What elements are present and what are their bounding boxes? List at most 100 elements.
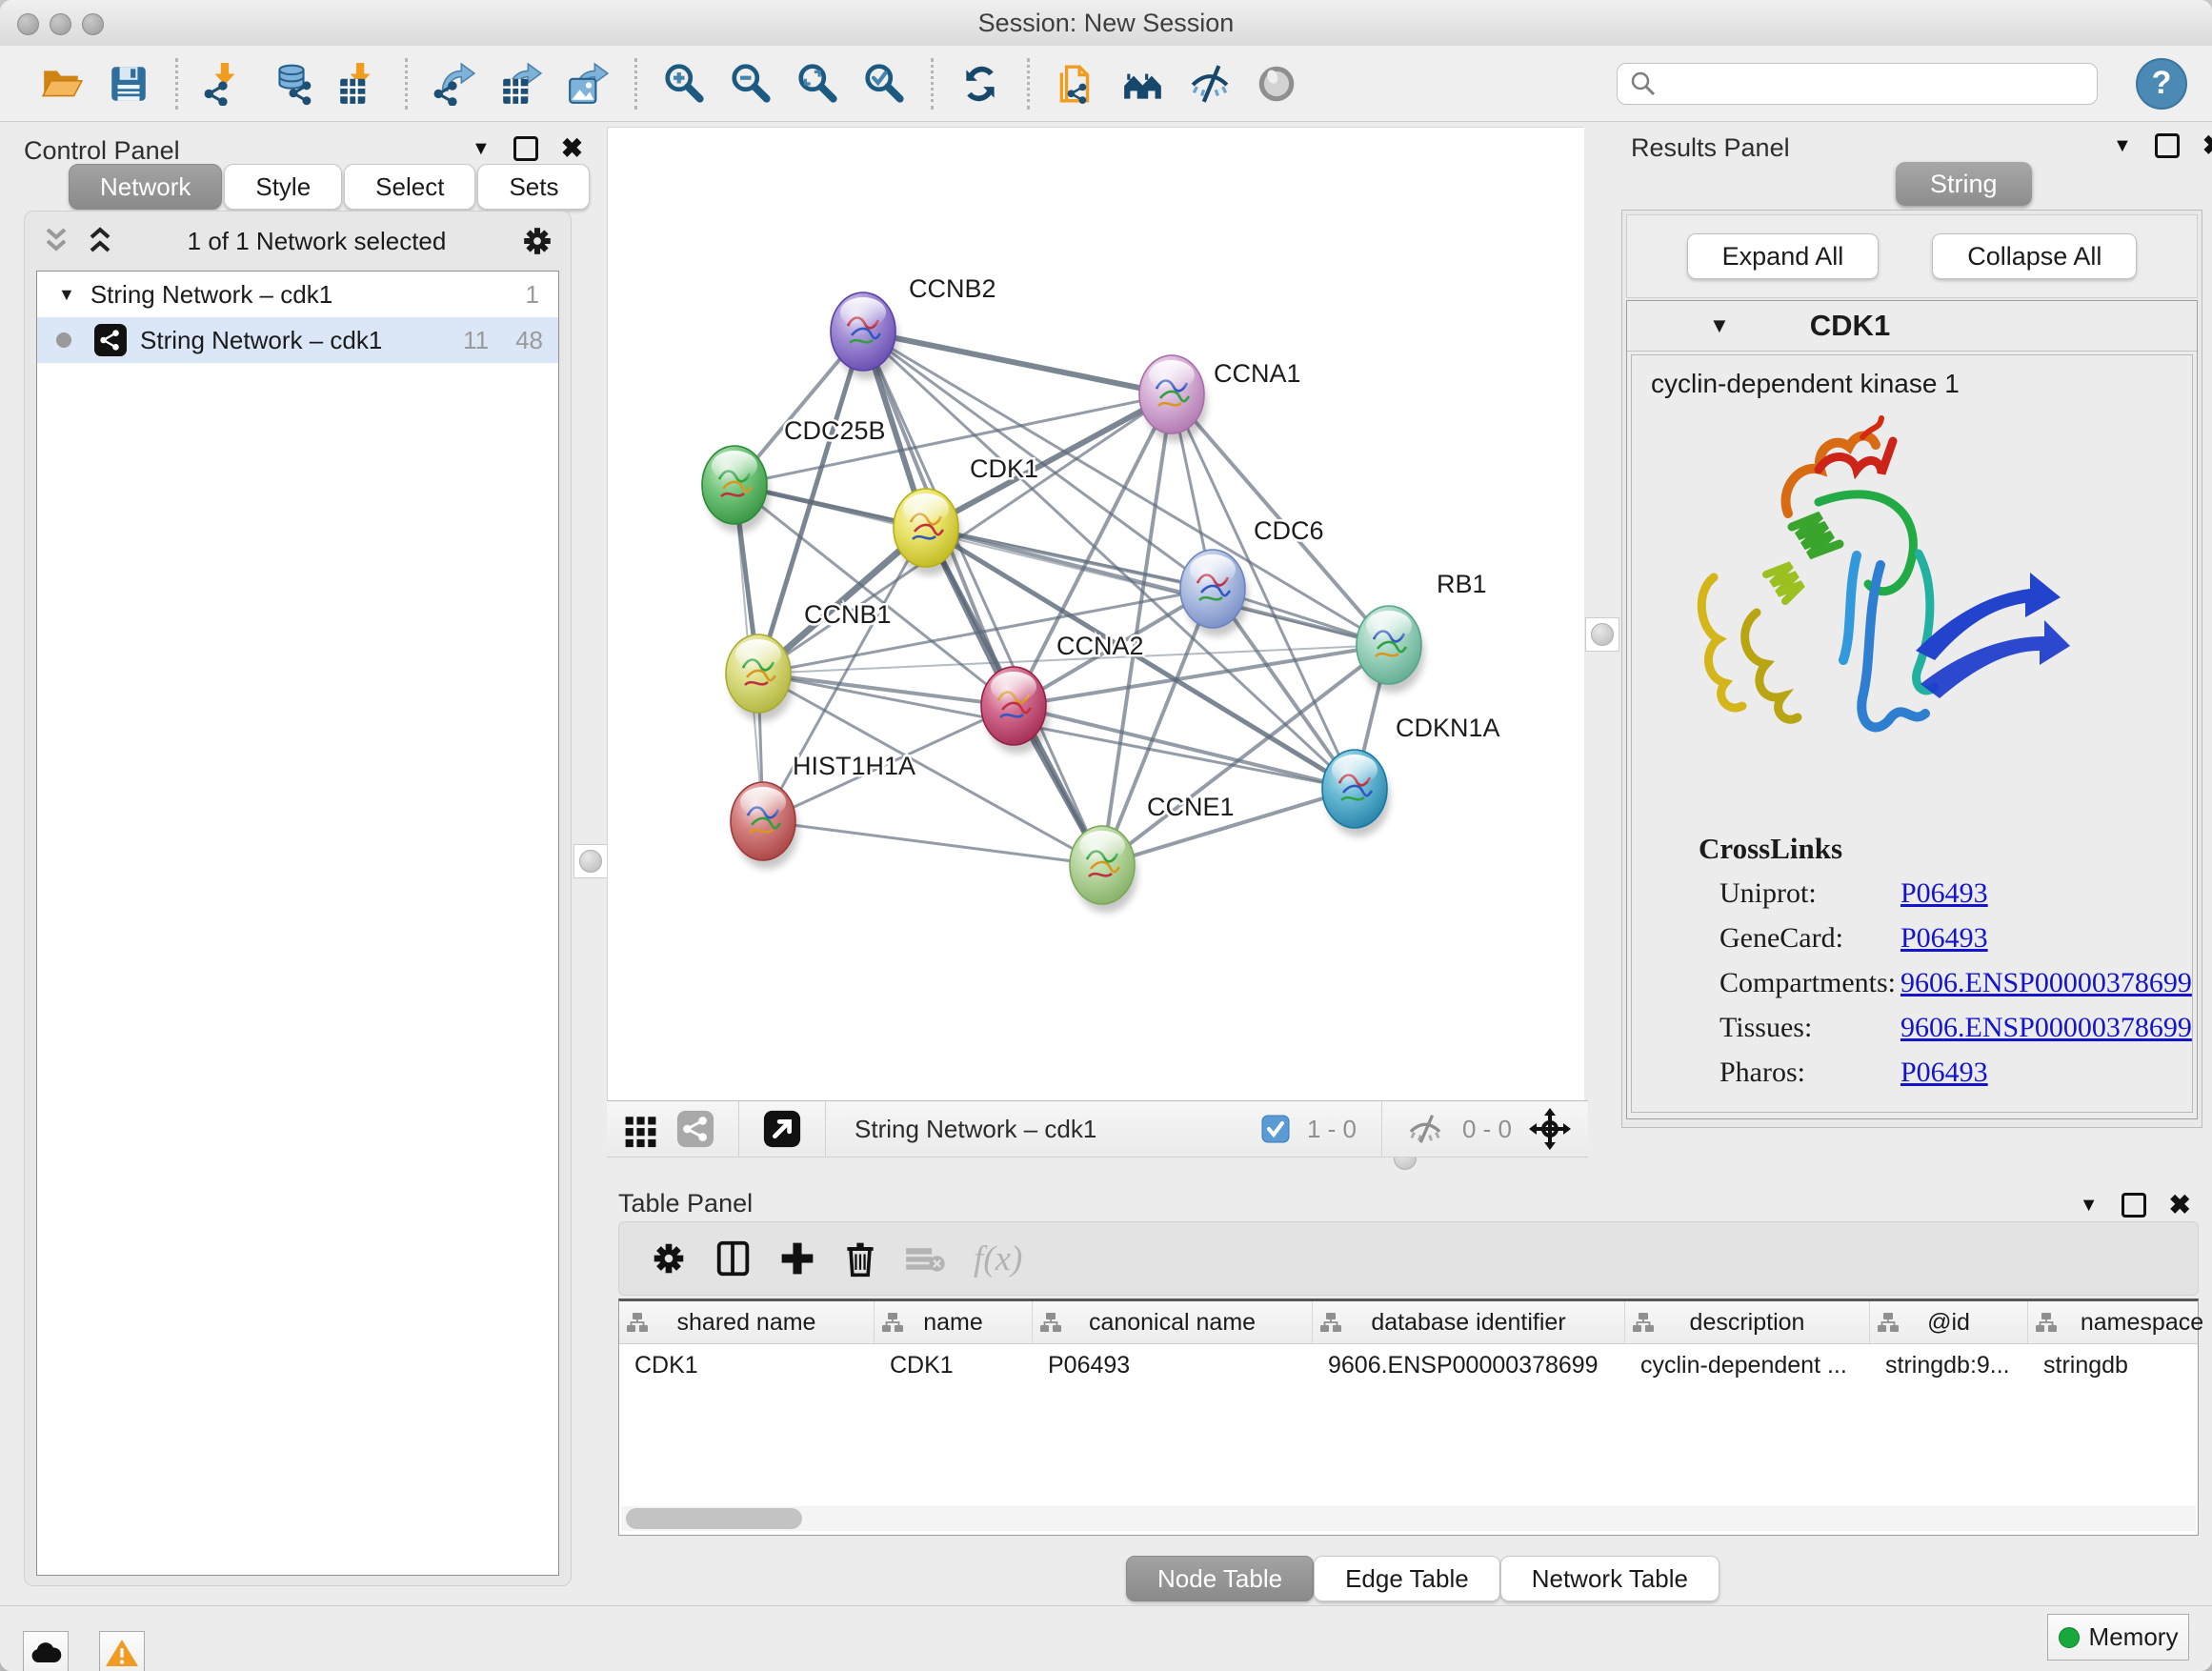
expand-all-networks-icon[interactable] — [86, 226, 114, 256]
table-gear-icon[interactable] — [649, 1238, 689, 1278]
crosslink-link[interactable]: P06493 — [1900, 1057, 1988, 1089]
hidden-eye-slash-icon[interactable] — [1405, 1112, 1445, 1146]
node-label-RB1: RB1 — [1437, 570, 1487, 598]
results-buttons: Expand All Collapse All — [1626, 214, 2198, 298]
table-cell[interactable]: stringdb:9... — [1870, 1352, 2028, 1379]
network-collection-row[interactable]: ▼ String Network – cdk1 1 — [37, 272, 558, 317]
view-network-title: String Network – cdk1 — [855, 1115, 1096, 1144]
control-panel-title: Control Panel — [24, 136, 180, 166]
node-label-CCNB1: CCNB1 — [804, 600, 892, 629]
export-table-icon[interactable] — [498, 61, 544, 107]
string-network-icon — [94, 324, 127, 356]
tab-edge-table[interactable]: Edge Table — [1314, 1556, 1500, 1601]
node-label-CDC6: CDC6 — [1254, 516, 1324, 545]
table-cell[interactable]: CDK1 — [619, 1352, 875, 1379]
column-header-namespace[interactable]: namespace — [2028, 1301, 2212, 1343]
node-label-CCNA1: CCNA1 — [1214, 359, 1301, 388]
refresh-icon[interactable] — [957, 61, 1003, 107]
collection-expand-icon[interactable]: ▼ — [58, 285, 75, 305]
save-icon[interactable] — [106, 61, 151, 107]
crosslink-link[interactable]: 9606.ENSP00000378699 — [1900, 967, 2192, 999]
share-document-icon[interactable] — [1054, 61, 1099, 107]
panel-menu-icon[interactable]: ▼ — [2080, 1195, 2099, 1217]
column-header-shared-name[interactable]: shared name — [619, 1301, 875, 1343]
show-columns-icon[interactable] — [714, 1238, 754, 1278]
column-header-description[interactable]: description — [1625, 1301, 1870, 1343]
column-sort-icon — [1633, 1311, 1654, 1340]
zoom-out-icon[interactable] — [728, 61, 774, 107]
column-header-database-identifier[interactable]: database identifier — [1313, 1301, 1625, 1343]
crosslink-row: Compartments:9606.ENSP00000378699 — [1719, 967, 2192, 999]
status-bar: Memory — [0, 1605, 2212, 1671]
table-cell[interactable]: P06493 — [1033, 1352, 1313, 1379]
panel-float-icon[interactable] — [513, 136, 538, 161]
panel-float-icon[interactable] — [2122, 1193, 2146, 1218]
tab-select[interactable]: Select — [344, 164, 475, 210]
table-cell[interactable]: stringdb — [2028, 1352, 2212, 1379]
memory-button[interactable]: Memory — [2047, 1614, 2189, 1661]
network-options-gear-icon[interactable] — [519, 223, 555, 259]
delete-column-icon[interactable] — [841, 1238, 879, 1278]
column-header-@id[interactable]: @id — [1870, 1301, 2028, 1343]
collapse-all-button[interactable]: Collapse All — [1932, 233, 2137, 279]
tab-string[interactable]: String — [1896, 162, 2032, 206]
crosslink-link[interactable]: P06493 — [1900, 922, 1988, 955]
tab-sets[interactable]: Sets — [477, 164, 590, 210]
toolbar-separator — [931, 58, 934, 110]
search-input[interactable] — [1658, 68, 2097, 99]
hide-selected-icon[interactable] — [1187, 61, 1233, 107]
warnings-button[interactable] — [99, 1631, 145, 1671]
column-header-canonical-name[interactable]: canonical name — [1033, 1301, 1313, 1343]
export-network-icon[interactable] — [432, 61, 477, 107]
network-row[interactable]: String Network – cdk1 11 48 — [37, 317, 558, 363]
home-icon[interactable] — [1120, 61, 1166, 107]
selected-checkbox[interactable] — [1261, 1115, 1290, 1143]
crosslink-link[interactable]: P06493 — [1900, 877, 1988, 910]
cloud-button[interactable] — [23, 1631, 69, 1671]
view-share-icon[interactable] — [675, 1109, 715, 1149]
left-splitter-handle[interactable] — [573, 844, 608, 878]
panel-menu-icon[interactable]: ▼ — [472, 138, 491, 160]
tab-node-table[interactable]: Node Table — [1126, 1556, 1314, 1601]
import-database-icon[interactable] — [269, 61, 314, 107]
table-hscrollbar — [621, 1506, 2196, 1531]
import-network-icon[interactable] — [202, 61, 248, 107]
show-all-icon[interactable] — [1254, 61, 1299, 107]
table-cell[interactable]: 9606.ENSP00000378699 — [1313, 1352, 1625, 1379]
column-header-name[interactable]: name — [875, 1301, 1033, 1343]
title-bar: Session: New Session — [0, 0, 2212, 47]
collapse-all-networks-icon[interactable] — [42, 226, 70, 256]
zoom-fit-icon[interactable] — [794, 61, 840, 107]
birdseye-toggle-icon[interactable] — [1529, 1108, 1571, 1150]
function-builder-icon: f(x) — [974, 1238, 1022, 1279]
view-grid-icon[interactable] — [622, 1110, 660, 1148]
expand-all-button[interactable]: Expand All — [1687, 233, 1880, 279]
panel-close-icon[interactable]: ✖ — [561, 139, 583, 158]
network-canvas[interactable]: CCNB2 CCNA1 CDC25B C — [607, 127, 1583, 1100]
search-box[interactable] — [1617, 63, 2098, 105]
crosslink-label: Uniprot: — [1719, 877, 1900, 910]
node-entry-header[interactable]: ▼ CDK1 — [1627, 301, 2197, 352]
column-label: shared name — [677, 1309, 816, 1337]
crosslinks-title: CrossLinks — [1699, 832, 1842, 866]
zoom-selected-icon[interactable] — [861, 61, 907, 107]
export-image-icon[interactable] — [565, 61, 611, 107]
tab-network-table[interactable]: Network Table — [1500, 1556, 1719, 1601]
network-graph[interactable]: CCNB2 CCNA1 CDC25B C — [608, 128, 1584, 1101]
network-selection-status: 1 of 1 Network selected — [122, 227, 512, 256]
open-icon[interactable] — [39, 61, 85, 107]
open-in-new-window-icon[interactable] — [762, 1109, 802, 1149]
tab-style[interactable]: Style — [224, 164, 342, 210]
hscrollbar-thumb[interactable] — [626, 1508, 802, 1529]
tab-network[interactable]: Network — [69, 164, 222, 210]
zoom-in-icon[interactable] — [661, 61, 707, 107]
entry-collapse-icon[interactable]: ▼ — [1709, 313, 1730, 338]
crosslink-link[interactable]: 9606.ENSP00000378699 — [1900, 1012, 2192, 1044]
table-cell[interactable]: cyclin-dependent ... — [1625, 1352, 1870, 1379]
add-column-icon[interactable] — [778, 1239, 816, 1278]
import-table-icon[interactable] — [335, 61, 381, 107]
panel-close-icon[interactable]: ✖ — [2169, 1196, 2191, 1215]
table-row[interactable]: CDK1CDK1P064939606.ENSP00000378699cyclin… — [619, 1344, 2198, 1386]
table-cell[interactable]: CDK1 — [875, 1352, 1033, 1379]
help-button[interactable]: ? — [2136, 58, 2187, 110]
